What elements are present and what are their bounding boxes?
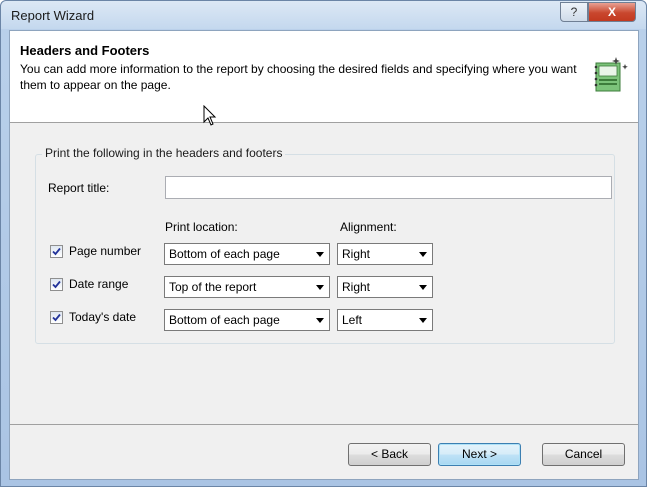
help-button[interactable]: ? (560, 2, 588, 22)
date-range-location-select[interactable]: Top of the report (164, 276, 330, 298)
checkmark-icon (52, 313, 61, 322)
todays-date-alignment-value: Left (342, 313, 363, 327)
checkmark-icon (52, 247, 61, 256)
todays-date-checkbox[interactable] (50, 311, 63, 324)
print-location-header: Print location: (165, 220, 238, 234)
cancel-button[interactable]: Cancel (542, 443, 625, 466)
date-range-location-value: Top of the report (169, 280, 257, 294)
footer-divider (10, 424, 638, 425)
todays-date-alignment-select[interactable]: Left (337, 309, 433, 331)
page-number-location-select[interactable]: Bottom of each page (164, 243, 330, 265)
todays-date-label: Today's date (69, 310, 137, 324)
date-range-label: Date range (69, 277, 129, 291)
next-button[interactable]: Next > (438, 443, 521, 466)
title-bar[interactable]: Report Wizard ? X (1, 1, 646, 29)
group-title: Print the following in the headers and f… (42, 146, 286, 160)
todays-date-location-select[interactable]: Bottom of each page (164, 309, 330, 331)
wizard-client-area: Headers and Footers You can add more inf… (9, 30, 639, 480)
page-number-label: Page number (69, 244, 142, 258)
page-number-alignment-select[interactable]: Right (337, 243, 433, 265)
todays-date-location-value: Bottom of each page (169, 313, 280, 327)
close-button[interactable]: X (588, 2, 636, 22)
window-title: Report Wizard (11, 8, 95, 23)
wizard-page-icon (594, 57, 628, 92)
page-description: You can add more information to the repo… (20, 62, 577, 92)
alignment-header: Alignment: (340, 220, 397, 234)
wizard-header: Headers and Footers You can add more inf… (10, 31, 638, 126)
chevron-down-icon (419, 318, 427, 323)
chevron-down-icon (419, 252, 427, 257)
report-wizard-window: Report Wizard ? X Headers and Footers Yo… (0, 0, 647, 487)
page-number-alignment-value: Right (342, 247, 371, 261)
date-range-checkbox[interactable] (50, 278, 63, 291)
chevron-down-icon (419, 285, 427, 290)
date-range-alignment-select[interactable]: Right (337, 276, 433, 298)
chevron-down-icon (316, 318, 324, 323)
page-number-checkbox[interactable] (50, 245, 63, 258)
mouse-cursor-icon (203, 105, 217, 126)
chevron-down-icon (316, 285, 324, 290)
checkmark-icon (52, 280, 61, 289)
page-title: Headers and Footers (20, 43, 150, 58)
back-button[interactable]: < Back (348, 443, 431, 466)
report-title-label: Report title: (48, 181, 110, 195)
page-number-location-value: Bottom of each page (169, 247, 280, 261)
chevron-down-icon (316, 252, 324, 257)
date-range-alignment-value: Right (342, 280, 371, 294)
report-title-input[interactable] (165, 176, 612, 199)
